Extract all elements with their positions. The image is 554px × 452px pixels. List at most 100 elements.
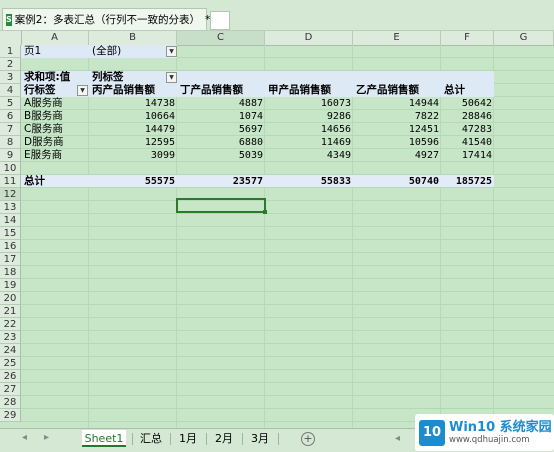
pivot-value-cell[interactable]: 14656 — [266, 123, 353, 136]
header-yi: 乙产品销售额 — [356, 84, 419, 96]
total-cell[interactable]: 55575 — [90, 175, 177, 188]
header-bing: 丙产品销售额 — [92, 84, 155, 96]
sheet-tab-jan[interactable]: 1月 — [173, 430, 203, 447]
pivot-value-cell[interactable]: 50642 — [442, 97, 494, 110]
row-label[interactable]: B服务商 — [22, 110, 89, 123]
pivot-value-cell[interactable]: 12451 — [354, 123, 441, 136]
column-header-b[interactable]: B — [89, 31, 177, 45]
pivot-value-cell[interactable]: 4927 — [354, 149, 441, 162]
column-header-e[interactable]: E — [353, 31, 441, 45]
pivot-value-cell[interactable]: 16073 — [266, 97, 353, 110]
next-sheet-icon[interactable]: ▸ — [44, 432, 49, 443]
row-header[interactable]: 24 — [0, 344, 21, 357]
row-header[interactable]: 26 — [0, 370, 21, 383]
row-header[interactable]: 12 — [0, 188, 21, 201]
tab-separator — [242, 433, 243, 445]
row-labels: 行标签 — [24, 84, 56, 96]
document-tab[interactable]: S 案例2：多表汇总（行列不一致的分表） * × — [2, 8, 227, 30]
column-filter-dropdown-icon[interactable]: ▼ — [166, 72, 177, 83]
row-header[interactable]: 2 — [0, 58, 21, 71]
pivot-value-cell[interactable]: 3099 — [90, 149, 177, 162]
tab-separator — [132, 433, 133, 445]
win10-logo-icon: 10 — [419, 419, 445, 446]
total-cell[interactable]: 55833 — [266, 175, 353, 188]
row-header[interactable]: 20 — [0, 292, 21, 305]
row-header[interactable]: 21 — [0, 305, 21, 318]
row-header[interactable]: 10 — [0, 162, 21, 175]
pivot-value-cell[interactable]: 7822 — [354, 110, 441, 123]
sheet-tab-mar[interactable]: 3月 — [245, 430, 275, 447]
row-header[interactable]: 28 — [0, 396, 21, 409]
row-header[interactable]: 29 — [0, 409, 21, 422]
pivot-value-cell[interactable]: 9286 — [266, 110, 353, 123]
watermark-url: www.qdhuajin.com — [449, 434, 530, 445]
pivot-value-cell[interactable]: 14738 — [90, 97, 177, 110]
row-header[interactable]: 18 — [0, 266, 21, 279]
sheet-tab-feb[interactable]: 2月 — [209, 430, 239, 447]
row-header[interactable]: 14 — [0, 214, 21, 227]
pivot-value-cell[interactable]: 12595 — [90, 136, 177, 149]
column-header-f[interactable]: F — [441, 31, 494, 45]
excel-file-icon: S — [6, 13, 12, 26]
column-header-c[interactable]: C — [177, 31, 265, 45]
row-header[interactable]: 7 — [0, 123, 21, 136]
pivot-value-cell[interactable]: 5697 — [178, 123, 265, 136]
row-header[interactable]: 15 — [0, 227, 21, 240]
pivot-value-cell[interactable]: 1074 — [178, 110, 265, 123]
pivot-value-cell[interactable]: 4349 — [266, 149, 353, 162]
row-header[interactable]: 6 — [0, 110, 21, 123]
tab-separator — [206, 433, 207, 445]
add-sheet-button[interactable]: + — [301, 432, 315, 446]
row-label[interactable]: A服务商 — [22, 97, 89, 110]
selected-cell[interactable] — [176, 198, 266, 213]
row-header[interactable]: 16 — [0, 240, 21, 253]
row-header[interactable]: 27 — [0, 383, 21, 396]
total-cell[interactable]: 50740 — [354, 175, 441, 188]
row-label[interactable]: C服务商 — [22, 123, 89, 136]
row-header[interactable]: 13 — [0, 201, 21, 214]
values-label: 求和项:值 — [24, 71, 71, 83]
row-header[interactable]: 4 — [0, 84, 21, 97]
row-label[interactable]: E服务商 — [22, 149, 89, 162]
row-header[interactable]: 22 — [0, 318, 21, 331]
row-header[interactable]: 3 — [0, 71, 21, 84]
pivot-value-cell[interactable]: 47283 — [442, 123, 494, 136]
row-header[interactable]: 11 — [0, 175, 21, 188]
scroll-left-icon[interactable]: ◂ — [395, 433, 400, 444]
pivot-value-cell[interactable]: 14479 — [90, 123, 177, 136]
pivot-value-cell[interactable]: 11469 — [266, 136, 353, 149]
row-header[interactable]: 9 — [0, 149, 21, 162]
page-filter-dropdown-icon[interactable]: ▼ — [166, 46, 177, 57]
row-header[interactable]: 25 — [0, 357, 21, 370]
row-header[interactable]: 5 — [0, 97, 21, 110]
row-header[interactable]: 17 — [0, 253, 21, 266]
pivot-value-cell[interactable]: 41540 — [442, 136, 494, 149]
pivot-value-cell[interactable]: 10664 — [90, 110, 177, 123]
pivot-value-cell[interactable]: 6880 — [178, 136, 265, 149]
sheet-tab-summary[interactable]: 汇总 — [135, 430, 167, 447]
fill-handle[interactable] — [263, 210, 267, 214]
total-cell[interactable]: 185725 — [442, 175, 494, 188]
document-title: 案例2：多表汇总（行列不一致的分表） — [14, 14, 200, 26]
pivot-value-cell[interactable]: 10596 — [354, 136, 441, 149]
column-header-a[interactable]: A — [21, 31, 89, 45]
pivot-value-cell[interactable]: 28846 — [442, 110, 494, 123]
row-header[interactable]: 1 — [0, 45, 21, 58]
column-header-g[interactable]: G — [494, 31, 554, 45]
total-cell[interactable]: 23577 — [178, 175, 265, 188]
row-header[interactable]: 19 — [0, 279, 21, 292]
row-filter-dropdown-icon[interactable]: ▼ — [77, 85, 88, 96]
prev-sheet-icon[interactable]: ◂ — [22, 432, 27, 443]
pivot-value-cell[interactable]: 14944 — [354, 97, 441, 110]
row-label[interactable]: D服务商 — [22, 136, 89, 149]
pivot-value-cell[interactable]: 4887 — [178, 97, 265, 110]
pivot-value-cell[interactable]: 17414 — [442, 149, 494, 162]
column-header-d[interactable]: D — [265, 31, 353, 45]
row-header[interactable]: 23 — [0, 331, 21, 344]
row-header[interactable]: 8 — [0, 136, 21, 149]
sheet-tab-sheet1[interactable]: Sheet1 — [82, 430, 126, 447]
page-field-value[interactable]: (全部) — [90, 45, 170, 58]
new-tab-button[interactable] — [210, 11, 230, 30]
pivot-value-cell[interactable]: 5039 — [178, 149, 265, 162]
select-all-corner[interactable] — [0, 31, 22, 45]
